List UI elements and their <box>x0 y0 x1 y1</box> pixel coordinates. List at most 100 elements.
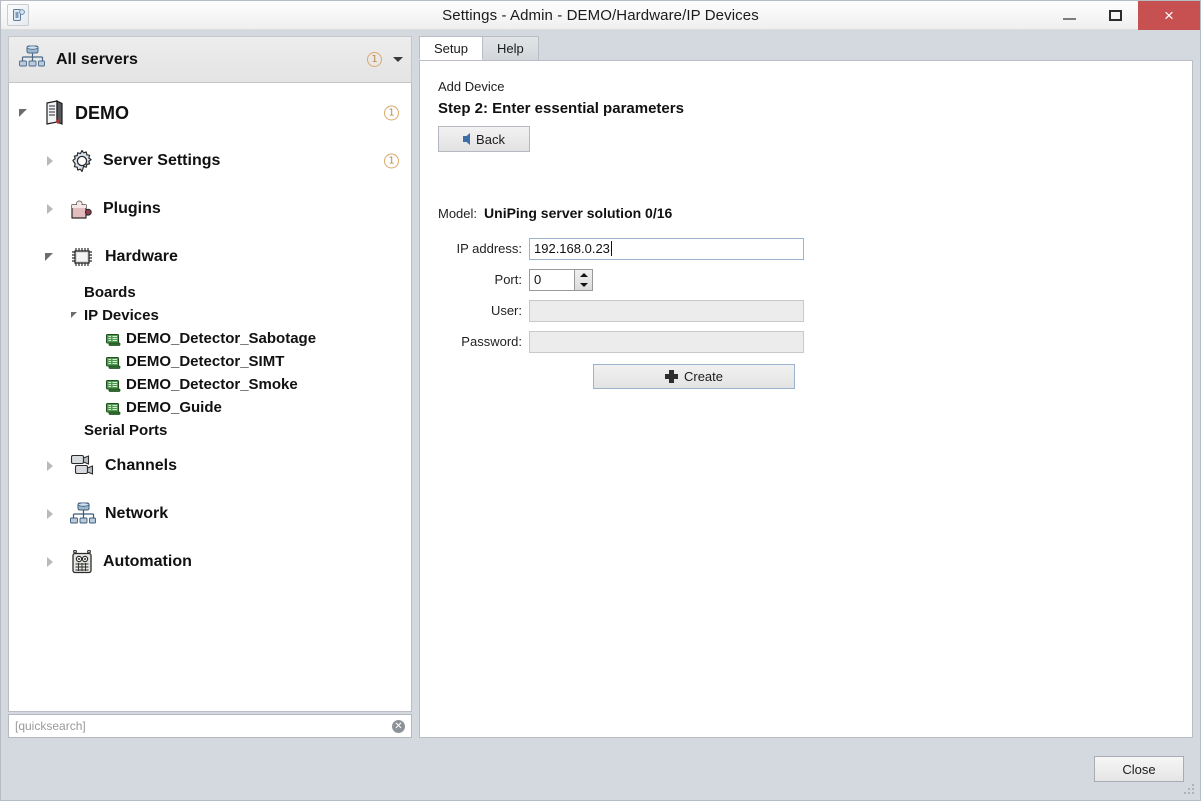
close-icon: × <box>1164 5 1174 25</box>
tree-item-label: Boards <box>84 284 136 301</box>
tree-item-label: DEMO <box>75 102 129 123</box>
tab-setup[interactable]: Setup <box>419 36 483 60</box>
setup-tab-panel: Add Device Step 2: Enter essential param… <box>419 60 1193 738</box>
all-servers-header[interactable]: All servers 1 <box>8 36 412 83</box>
model-row: Model: UniPing server solution 0/16 <box>438 205 1192 221</box>
main-panel: Setup Help Add Device Step 2: Enter esse… <box>419 36 1193 738</box>
tab-help[interactable]: Help <box>481 36 539 60</box>
window-titlebar: Settings - Admin - DEMO/Hardware/IP Devi… <box>1 0 1200 30</box>
tree-item-boards[interactable]: Boards <box>9 281 411 304</box>
back-button[interactable]: Back <box>438 126 530 152</box>
wizard-step-label: Step 2: Enter essential parameters <box>438 100 684 117</box>
server-icon <box>44 100 66 126</box>
tree-item-label: Plugins <box>103 200 161 217</box>
model-value: UniPing server solution 0/16 <box>484 205 673 221</box>
ip-address-value: 192.168.0.23 <box>534 241 610 256</box>
tree-item-label: Automation <box>103 553 192 570</box>
twisty-expanded-icon[interactable] <box>71 310 81 322</box>
password-input[interactable] <box>529 330 804 353</box>
text-caret <box>610 241 612 256</box>
tree-item-label: DEMO_Guide <box>126 399 222 416</box>
window-footer: Close <box>1 738 1200 800</box>
minimize-button[interactable] <box>1046 1 1092 30</box>
quicksearch-field[interactable]: [quicksearch] ✕ <box>8 714 412 738</box>
ip-device-icon <box>106 356 121 369</box>
close-window-button[interactable]: × <box>1138 0 1200 30</box>
tree-item-demo-detector-sabotage[interactable]: DEMO_Detector_Sabotage <box>9 327 411 350</box>
form-row-port: Port: 0 <box>438 264 1192 295</box>
tree-item-badge: 1 <box>384 105 399 121</box>
ip-address-input[interactable]: 192.168.0.23 <box>529 237 804 260</box>
network-icon <box>70 502 96 526</box>
create-button[interactable]: Create <box>593 364 795 389</box>
tree-item-label: Channels <box>105 457 178 474</box>
form-row-user: User: <box>438 295 1192 326</box>
twisty-collapsed-icon[interactable] <box>45 155 57 167</box>
tree-item-label: Server Settings <box>103 152 221 169</box>
tree-item-label: Network <box>105 505 169 522</box>
port-spin-buttons[interactable] <box>574 269 592 290</box>
chip-icon <box>70 246 96 268</box>
tree-item-network[interactable]: Network <box>9 490 411 538</box>
tree-item-serial-ports[interactable]: Serial Ports <box>9 419 411 442</box>
close-dialog-label: Close <box>1122 761 1156 777</box>
twisty-collapsed-icon[interactable] <box>45 508 57 520</box>
quicksearch-input[interactable]: [quicksearch] <box>15 719 392 733</box>
maximize-button[interactable] <box>1092 1 1138 30</box>
robot-icon <box>70 549 94 574</box>
password-label: Password: <box>461 334 522 349</box>
close-dialog-button[interactable]: Close <box>1094 756 1184 782</box>
resize-grip-icon[interactable] <box>1184 784 1196 796</box>
tree-item-server-settings[interactable]: Server Settings 1 <box>9 137 411 185</box>
user-input[interactable] <box>529 299 804 322</box>
spinner-down-icon[interactable] <box>575 280 592 290</box>
settings-window: Settings - Admin - DEMO/Hardware/IP Devi… <box>0 0 1201 801</box>
tree-item-demo-detector-smoke[interactable]: DEMO_Detector_Smoke <box>9 373 411 396</box>
tree-item-ip-devices[interactable]: IP Devices <box>9 304 411 327</box>
cameras-icon <box>70 454 96 478</box>
tree-item-badge: 1 <box>384 153 399 169</box>
spinner-up-icon[interactable] <box>575 270 592 280</box>
tree-item-plugins[interactable]: Plugins <box>9 185 411 233</box>
user-label: User: <box>490 303 522 318</box>
twisty-expanded-icon[interactable] <box>19 107 31 119</box>
ip-device-icon <box>106 333 121 346</box>
tree-item-demo-detector-simt[interactable]: DEMO_Detector_SIMT <box>9 350 411 373</box>
port-stepper[interactable]: 0 <box>529 268 593 291</box>
chevron-down-icon[interactable] <box>393 57 403 62</box>
plus-icon <box>664 370 678 383</box>
clear-circle-icon[interactable]: ✕ <box>392 719 405 733</box>
twisty-expanded-icon[interactable] <box>45 251 57 263</box>
device-parameters-form: IP address: 192.168.0.23 Port: 0 User: P… <box>438 233 1192 389</box>
twisty-collapsed-icon[interactable] <box>45 556 57 568</box>
twisty-collapsed-icon[interactable] <box>45 203 57 215</box>
ip-device-icon <box>106 402 121 415</box>
tree-item-demo-guide[interactable]: DEMO_Guide <box>9 396 411 419</box>
create-button-label: Create <box>683 369 724 384</box>
tree-item-automation[interactable]: Automation <box>9 538 411 586</box>
server-tree[interactable]: DEMO 1 Server Settings 1 Plugins Hardware B… <box>8 83 412 712</box>
window-body: All servers 1 DEMO 1 Server Settings 1 Plu… <box>1 30 1200 738</box>
ip-device-icon <box>106 379 121 392</box>
tree-item-label: Serial Ports <box>84 422 168 439</box>
model-label: Model: <box>438 206 478 221</box>
tree-item-demo[interactable]: DEMO 1 <box>9 89 411 137</box>
port-label: Port: <box>494 272 522 287</box>
tree-item-channels[interactable]: Channels <box>9 442 411 490</box>
tree-item-hardware[interactable]: Hardware <box>9 233 411 281</box>
window-title: Settings - Admin - DEMO/Hardware/IP Devi… <box>442 6 759 24</box>
arrow-left-icon <box>463 133 471 145</box>
port-value: 0 <box>534 272 542 287</box>
all-servers-label: All servers <box>56 50 138 68</box>
tree-item-label: DEMO_Detector_Sabotage <box>126 330 317 347</box>
network-servers-icon <box>19 44 45 75</box>
ip-address-label: IP address: <box>456 241 522 256</box>
window-controls: × <box>1046 0 1200 30</box>
twisty-collapsed-icon[interactable] <box>45 460 57 472</box>
